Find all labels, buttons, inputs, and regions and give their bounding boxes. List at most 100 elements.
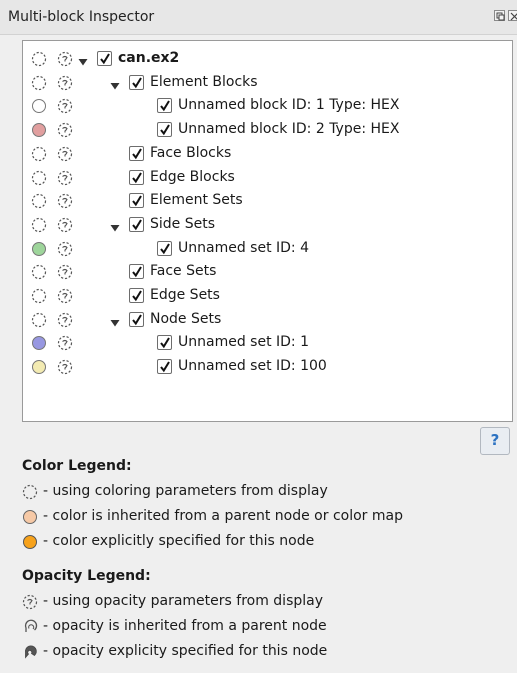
visibility-checkbox[interactable] — [129, 145, 144, 161]
opacity-display-icon[interactable] — [57, 241, 73, 257]
tree-row[interactable]: Element Blocks — [23, 71, 512, 95]
tree-row-label: Node Sets — [150, 310, 222, 327]
tree-row[interactable]: Unnamed set ID: 4 — [23, 237, 512, 261]
visibility-checkbox[interactable] — [129, 264, 144, 280]
block-tree[interactable]: can.ex2 Element Blocks Unnamed block ID: 1… — [22, 40, 513, 422]
visibility-checkbox[interactable] — [157, 98, 172, 114]
color-legend-text: - using coloring parameters from display — [43, 483, 328, 499]
color-explicit-icon — [22, 534, 38, 550]
opacity-display-icon[interactable] — [57, 170, 73, 186]
tree-row[interactable]: Unnamed set ID: 1 — [23, 331, 512, 355]
tree-row[interactable]: Edge Blocks — [23, 166, 512, 190]
tree-row[interactable]: Element Sets — [23, 189, 512, 213]
tree-row[interactable]: Unnamed block ID: 1 Type: HEX — [23, 94, 512, 118]
tree-row-label: Element Blocks — [150, 73, 258, 90]
opacity-inherited-icon — [22, 619, 38, 635]
tree-row[interactable]: can.ex2 — [23, 47, 512, 71]
color-display-icon[interactable] — [31, 75, 47, 91]
expand-arrow-icon[interactable] — [109, 219, 121, 232]
title-bar: Multi-block Inspector — [0, 0, 517, 35]
opacity-legend-item: - opacity is inherited from a parent nod… — [22, 617, 512, 639]
tree-row-label: Unnamed set ID: 1 — [178, 334, 309, 351]
color-display-icon — [22, 484, 38, 500]
opacity-display-icon[interactable] — [57, 51, 73, 67]
color-swatch-icon[interactable] — [31, 122, 47, 138]
tree-row[interactable]: Node Sets — [23, 308, 512, 332]
help-icon: ? — [490, 431, 500, 449]
tree-row-label: Unnamed set ID: 100 — [178, 358, 327, 375]
visibility-checkbox[interactable] — [129, 74, 144, 90]
color-display-icon[interactable] — [31, 51, 47, 67]
opacity-legend-text: - opacity is inherited from a parent nod… — [43, 618, 327, 634]
color-swatch-icon[interactable] — [31, 241, 47, 257]
help-button[interactable]: ? — [480, 427, 510, 455]
tree-row-label: Element Sets — [150, 192, 243, 209]
tree-row[interactable]: Face Sets — [23, 260, 512, 284]
opacity-display-icon[interactable] — [57, 193, 73, 209]
color-legend-text: - color explicitly specified for this no… — [43, 533, 315, 549]
opacity-display-icon[interactable] — [57, 98, 73, 114]
visibility-checkbox[interactable] — [157, 240, 172, 256]
color-display-icon[interactable] — [31, 217, 47, 233]
tree-row[interactable]: Unnamed block ID: 2 Type: HEX — [23, 118, 512, 142]
opacity-legend-item: - using opacity parameters from display — [22, 592, 512, 614]
visibility-checkbox[interactable] — [157, 359, 172, 375]
opacity-legend-text: - opacity explicity specified for this n… — [43, 643, 328, 659]
opacity-display-icon[interactable] — [57, 217, 73, 233]
opacity-display-icon[interactable] — [57, 122, 73, 138]
tree-row-label: Unnamed block ID: 2 Type: HEX — [178, 121, 400, 138]
tree-row-label: Face Sets — [150, 263, 217, 280]
tree-row-label: Edge Sets — [150, 287, 220, 303]
tree-row-label: Side Sets — [150, 215, 216, 232]
opacity-display-icon[interactable] — [57, 359, 73, 375]
opacity-display-icon[interactable] — [57, 146, 73, 162]
color-display-icon[interactable] — [31, 288, 47, 304]
color-display-icon[interactable] — [31, 146, 47, 162]
window-title: Multi-block Inspector — [8, 9, 155, 25]
color-swatch-icon[interactable] — [31, 335, 47, 351]
tree-row[interactable]: Edge Sets — [23, 284, 512, 308]
visibility-checkbox[interactable] — [129, 311, 144, 327]
visibility-checkbox[interactable] — [157, 335, 172, 351]
tree-row[interactable]: Unnamed set ID: 100 — [23, 355, 512, 379]
opacity-display-icon[interactable] — [57, 335, 73, 351]
tree-row[interactable]: Face Blocks — [23, 142, 512, 166]
opacity-display-icon — [22, 594, 38, 610]
opacity-display-icon[interactable] — [57, 312, 73, 328]
opacity-display-icon[interactable] — [57, 75, 73, 91]
opacity-display-icon[interactable] — [57, 288, 73, 304]
visibility-checkbox[interactable] — [97, 51, 112, 66]
close-icon[interactable] — [508, 10, 517, 21]
opacity-display-icon[interactable] — [57, 264, 73, 280]
opacity-legend-item: - opacity explicity specified for this n… — [22, 642, 512, 664]
color-swatch-icon[interactable] — [31, 359, 47, 375]
float-window-icon[interactable] — [494, 10, 505, 21]
tree-row-label: Unnamed block ID: 1 Type: HEX — [178, 97, 400, 114]
tree-row[interactable]: Side Sets — [23, 213, 512, 237]
visibility-checkbox[interactable] — [129, 169, 144, 185]
tree-row-label: Face Blocks — [150, 144, 232, 161]
color-display-icon[interactable] — [31, 312, 47, 328]
visibility-checkbox[interactable] — [129, 193, 144, 209]
opacity-legend-heading: Opacity Legend: — [22, 568, 151, 584]
color-legend-heading: Color Legend: — [22, 458, 132, 474]
visibility-checkbox[interactable] — [129, 288, 144, 303]
visibility-checkbox[interactable] — [157, 122, 172, 138]
opacity-explicit-icon — [22, 644, 38, 660]
visibility-checkbox[interactable] — [129, 216, 144, 232]
color-legend-item: - color explicitly specified for this no… — [22, 532, 512, 554]
tree-row-label: Edge Blocks — [150, 168, 235, 185]
color-legend-item: - using coloring parameters from display — [22, 482, 512, 504]
expand-arrow-icon[interactable] — [109, 314, 121, 327]
color-display-icon[interactable] — [31, 264, 47, 280]
color-legend-item: - color is inherited from a parent node … — [22, 507, 512, 529]
expand-arrow-icon[interactable] — [77, 53, 89, 66]
color-legend-text: - color is inherited from a parent node … — [43, 508, 403, 524]
opacity-legend-text: - using opacity parameters from display — [43, 593, 324, 609]
multiblock-inspector-panel: Multi-block Inspector can.ex2 Element Blo… — [0, 0, 517, 673]
color-inherited-icon — [22, 509, 38, 525]
color-display-icon[interactable] — [31, 170, 47, 186]
color-display-icon[interactable] — [31, 193, 47, 209]
color-swatch-icon[interactable] — [31, 98, 47, 114]
expand-arrow-icon[interactable] — [109, 77, 121, 90]
